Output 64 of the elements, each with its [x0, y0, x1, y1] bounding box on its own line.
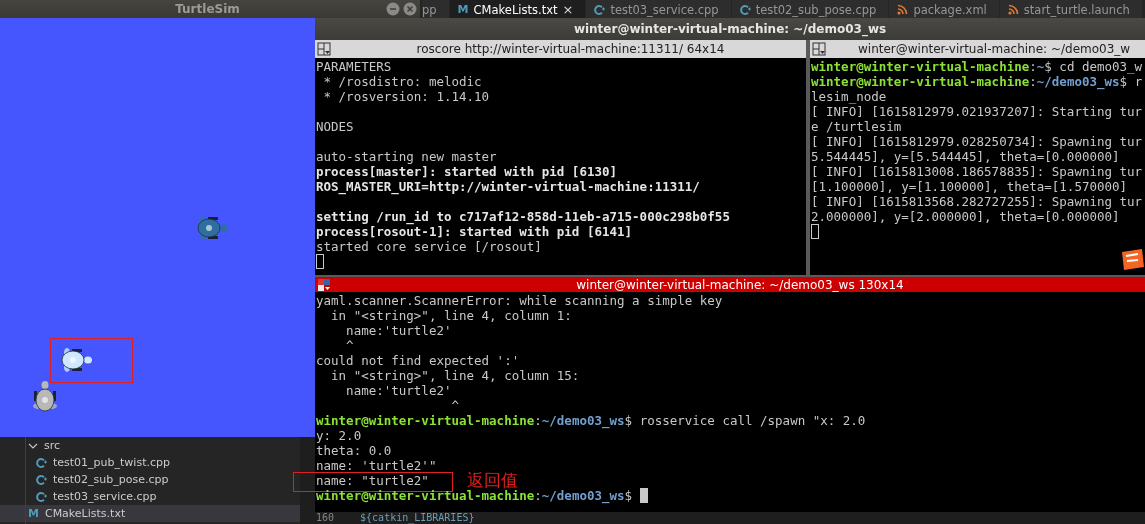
terminal-line: ROS_MASTER_URI=http://winter-virtual-machine:11311/: [316, 179, 701, 194]
terminal-grid-icon: [317, 277, 331, 292]
terminal-line: * /rosdistro: melodic: [322, 74, 483, 89]
terminal-line: [ INFO] [1615813568.282727255]: Spawning tur: [811, 194, 1144, 209]
terminal-line: [ INFO] [1615813008.186578835]: Spawning tur: [811, 164, 1144, 179]
cpp-file-icon: [594, 3, 606, 16]
cpp-file-icon: [36, 473, 47, 486]
file-tree-item[interactable]: test02_sub_pose.cpp: [0, 471, 300, 488]
terminal-line: in "<string>", line 4, column 15:: [330, 368, 581, 383]
terminal-line: in "<string>", line 4, column 1:: [330, 308, 573, 323]
pane-title: winter@winter-virtual-machine: ~/demo03_ws 130x14: [575, 277, 905, 292]
cmake-file-icon: M: [28, 507, 39, 520]
feed-icon: [1007, 4, 1019, 15]
cpp-file-icon: [36, 490, 47, 503]
cmake-file-icon: M: [457, 3, 469, 16]
terminal-line: winter@winter-virtual-machine:~/demo03_ws$ r: [811, 74, 1144, 89]
cpp-file-icon: [36, 456, 47, 469]
line-number: 160: [316, 512, 335, 524]
terminal-line: [ INFO] [1615812979.021937207]: Starting tur: [811, 104, 1144, 119]
file-tree-item[interactable]: test01_pub_twist.cpp: [0, 454, 300, 471]
terminal-line: ^: [450, 398, 460, 413]
feed-icon: [897, 4, 909, 15]
terminal-line: winter@winter-virtual-machine:~$ cd demo03_w: [811, 59, 1144, 74]
close-icon[interactable]: ×: [562, 2, 574, 17]
pane-title: roscore http://winter-virtual-machine:11311/ 64x14: [415, 42, 726, 56]
terminal-line: setting /run_id to c717af12-858d-11eb-a715-000c298b0f55: [316, 209, 731, 224]
terminal-line: y: 2.0: [316, 428, 363, 443]
terminal-line: name: 'turtle2'": [316, 458, 438, 473]
terminal-line: [ INFO] [1615812979.028250734]: Spawning tur: [811, 134, 1144, 149]
minimize-icon: [386, 2, 400, 16]
terminal-line: name:'turtle2': [345, 383, 453, 398]
terminal-line: started core service [/rosout]: [316, 239, 543, 254]
terminal-line: NODES: [316, 119, 355, 134]
terminal-line: yaml.scanner.ScannerError: while scanning a simple key: [316, 293, 724, 308]
terminal-grid-icon: [317, 42, 331, 56]
terminal-line: * /rosversion: 1.14.10: [322, 89, 491, 104]
file-tree-item[interactable]: test03_service.cpp: [0, 488, 300, 505]
terminal-line: lesim_node: [811, 89, 888, 104]
terminal-line: [1.100000], y=[1.100000], theta=[1.570000]: [811, 179, 1129, 194]
terminal-line: process[rosout-1]: started with pid [6141]: [316, 224, 634, 239]
terminal-grid-icon: [812, 42, 826, 56]
terminal-line: 2.000000], y=[2.000000], theta=[0.000000]: [811, 209, 1121, 224]
terminal-line: theta: 0.0: [316, 443, 393, 458]
terminal-line: PARAMETERS: [316, 59, 393, 74]
close-icon: [403, 2, 417, 16]
annotation-text: 返回值: [467, 470, 518, 490]
editor-tab[interactable]: package.xml: [889, 0, 1000, 19]
window-title: TurtleSim: [175, 2, 240, 16]
terminal-line: ^: [345, 338, 355, 353]
file-tree-item[interactable]: M CMakeLists.txt: [0, 505, 300, 522]
terminal-line: auto-starting new master: [316, 149, 498, 164]
pane-title: winter@winter-virtual-machine: ~/demo03_w: [857, 42, 1132, 56]
terminal-line: process[master]: started with pid [6130]: [316, 164, 619, 179]
terminal-line: could not find expected ':': [316, 353, 521, 368]
terminal-line: winter@winter-virtual-machine:~/demo03_ws$: [316, 488, 1145, 503]
file-tree-item[interactable]: src: [0, 437, 300, 454]
code-line: ${catkin_LIBRARIES}: [360, 512, 475, 524]
terminal-line: winter@winter-virtual-machine:~/demo03_ws$ rosservice call /spawn "x: 2.0: [316, 413, 867, 428]
terminal-line: e /turtlesim: [811, 119, 903, 134]
terminal-line: name: "turtle2" 返回值: [316, 473, 1145, 488]
window-title: winter@winter-virtual-machine: ~/demo03_ws: [573, 22, 887, 36]
terminal-line: name:'turtle2': [345, 323, 453, 338]
terminal-line: 5.544445], y=[5.544445], theta=[0.000000]: [811, 149, 1121, 164]
cpp-file-icon: [739, 3, 751, 16]
